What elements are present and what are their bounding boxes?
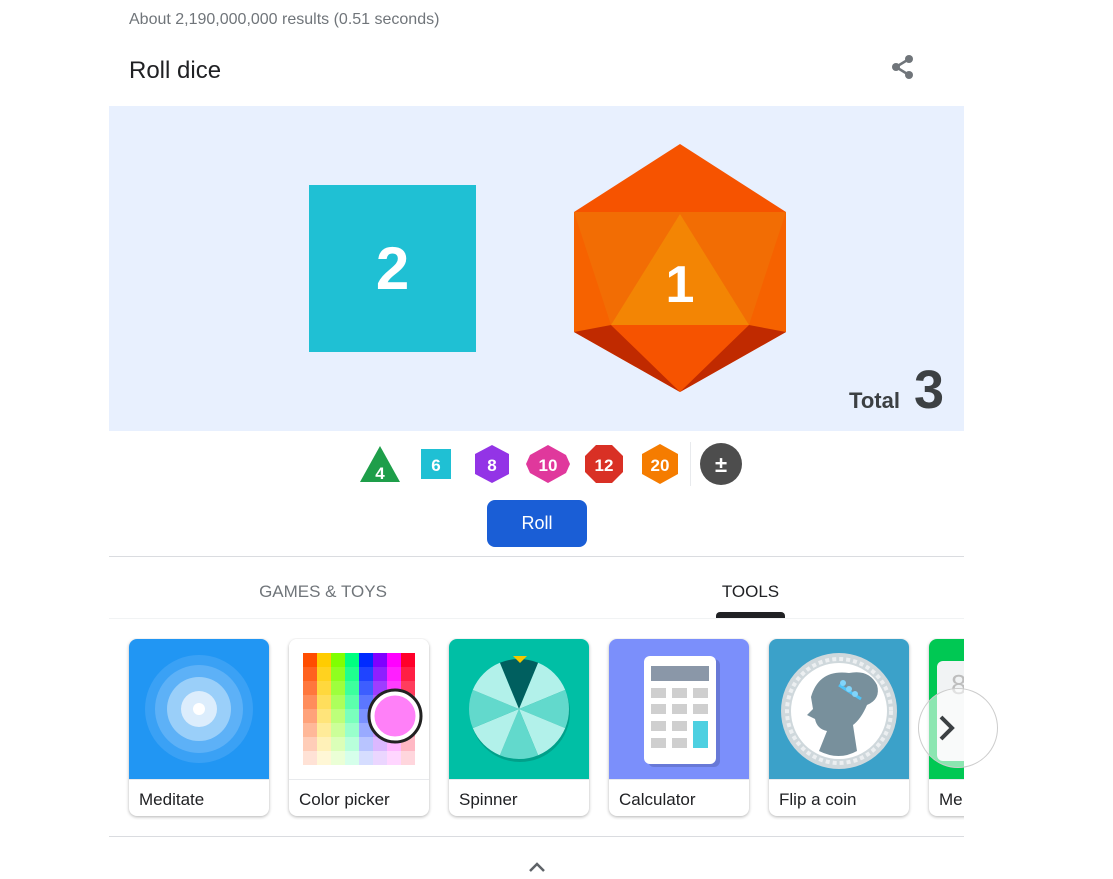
tab-games-and-toys[interactable]: GAMES & TOYS [109,566,537,618]
meditate-icon [129,639,269,779]
svg-text:6: 6 [431,456,440,475]
svg-text:8: 8 [487,456,496,475]
tool-label: Color picker [289,779,429,816]
divider [109,836,964,837]
tool-label: Meditate [129,779,269,816]
spinner-icon [449,639,589,779]
tool-label: Me [929,779,964,816]
tab-tools[interactable]: TOOLS [537,566,964,618]
dice-stage: 2 1 Total 3 [109,106,964,431]
svg-text:10: 10 [539,456,558,475]
rolled-d6: 2 [309,185,476,352]
add-d8-button[interactable]: 8 [464,440,520,488]
carousel-next-button[interactable] [918,688,998,768]
tool-label: Spinner [449,779,589,816]
result-stats: About 2,190,000,000 results (0.51 second… [129,11,440,28]
tool-label: Flip a coin [769,779,909,816]
calculator-icon [609,639,749,779]
total-label: Total [849,388,900,413]
total-value: 3 [913,360,944,420]
divider [690,442,691,486]
add-d10-button[interactable]: 10 [520,440,576,488]
add-d12-button[interactable]: 12 [576,440,632,488]
share-icon[interactable] [890,54,916,80]
svg-text:±: ± [715,452,727,477]
tool-label: Calculator [609,779,749,816]
svg-text:20: 20 [651,456,670,475]
add-d4-button[interactable]: 4 [352,440,408,488]
tools-carousel: Meditate Color picker Spinner Calculator… [109,638,964,820]
roll-button[interactable]: Roll [487,500,587,547]
tool-card-calculator[interactable]: Calculator [609,639,749,816]
chevron-up-icon [529,862,545,872]
tool-card-meditate[interactable]: Meditate [129,639,269,816]
dice-selector: 4 6 8 10 12 20 ± [352,440,749,488]
modifier-button[interactable]: ± [693,440,749,488]
tool-card-color-picker[interactable]: Color picker [289,639,429,816]
d20-value: 1 [666,256,695,314]
svg-text:4: 4 [375,464,385,483]
tool-card-spinner[interactable]: Spinner [449,639,589,816]
tool-card-flip-a-coin[interactable]: Flip a coin [769,639,909,816]
divider [109,556,964,557]
coin-icon [769,639,909,779]
add-d6-button[interactable]: 6 [408,440,464,488]
d6-value: 2 [375,235,410,302]
chevron-right-icon [939,715,955,741]
color-picker-icon [289,639,429,779]
add-d20-button[interactable]: 20 [632,440,688,488]
svg-text:12: 12 [595,456,614,475]
divider [109,618,964,619]
collapse-button[interactable] [527,860,547,874]
total: Total 3 [849,363,944,417]
widget-title: Roll dice [129,57,222,84]
rolled-d20: 1 [574,144,786,392]
